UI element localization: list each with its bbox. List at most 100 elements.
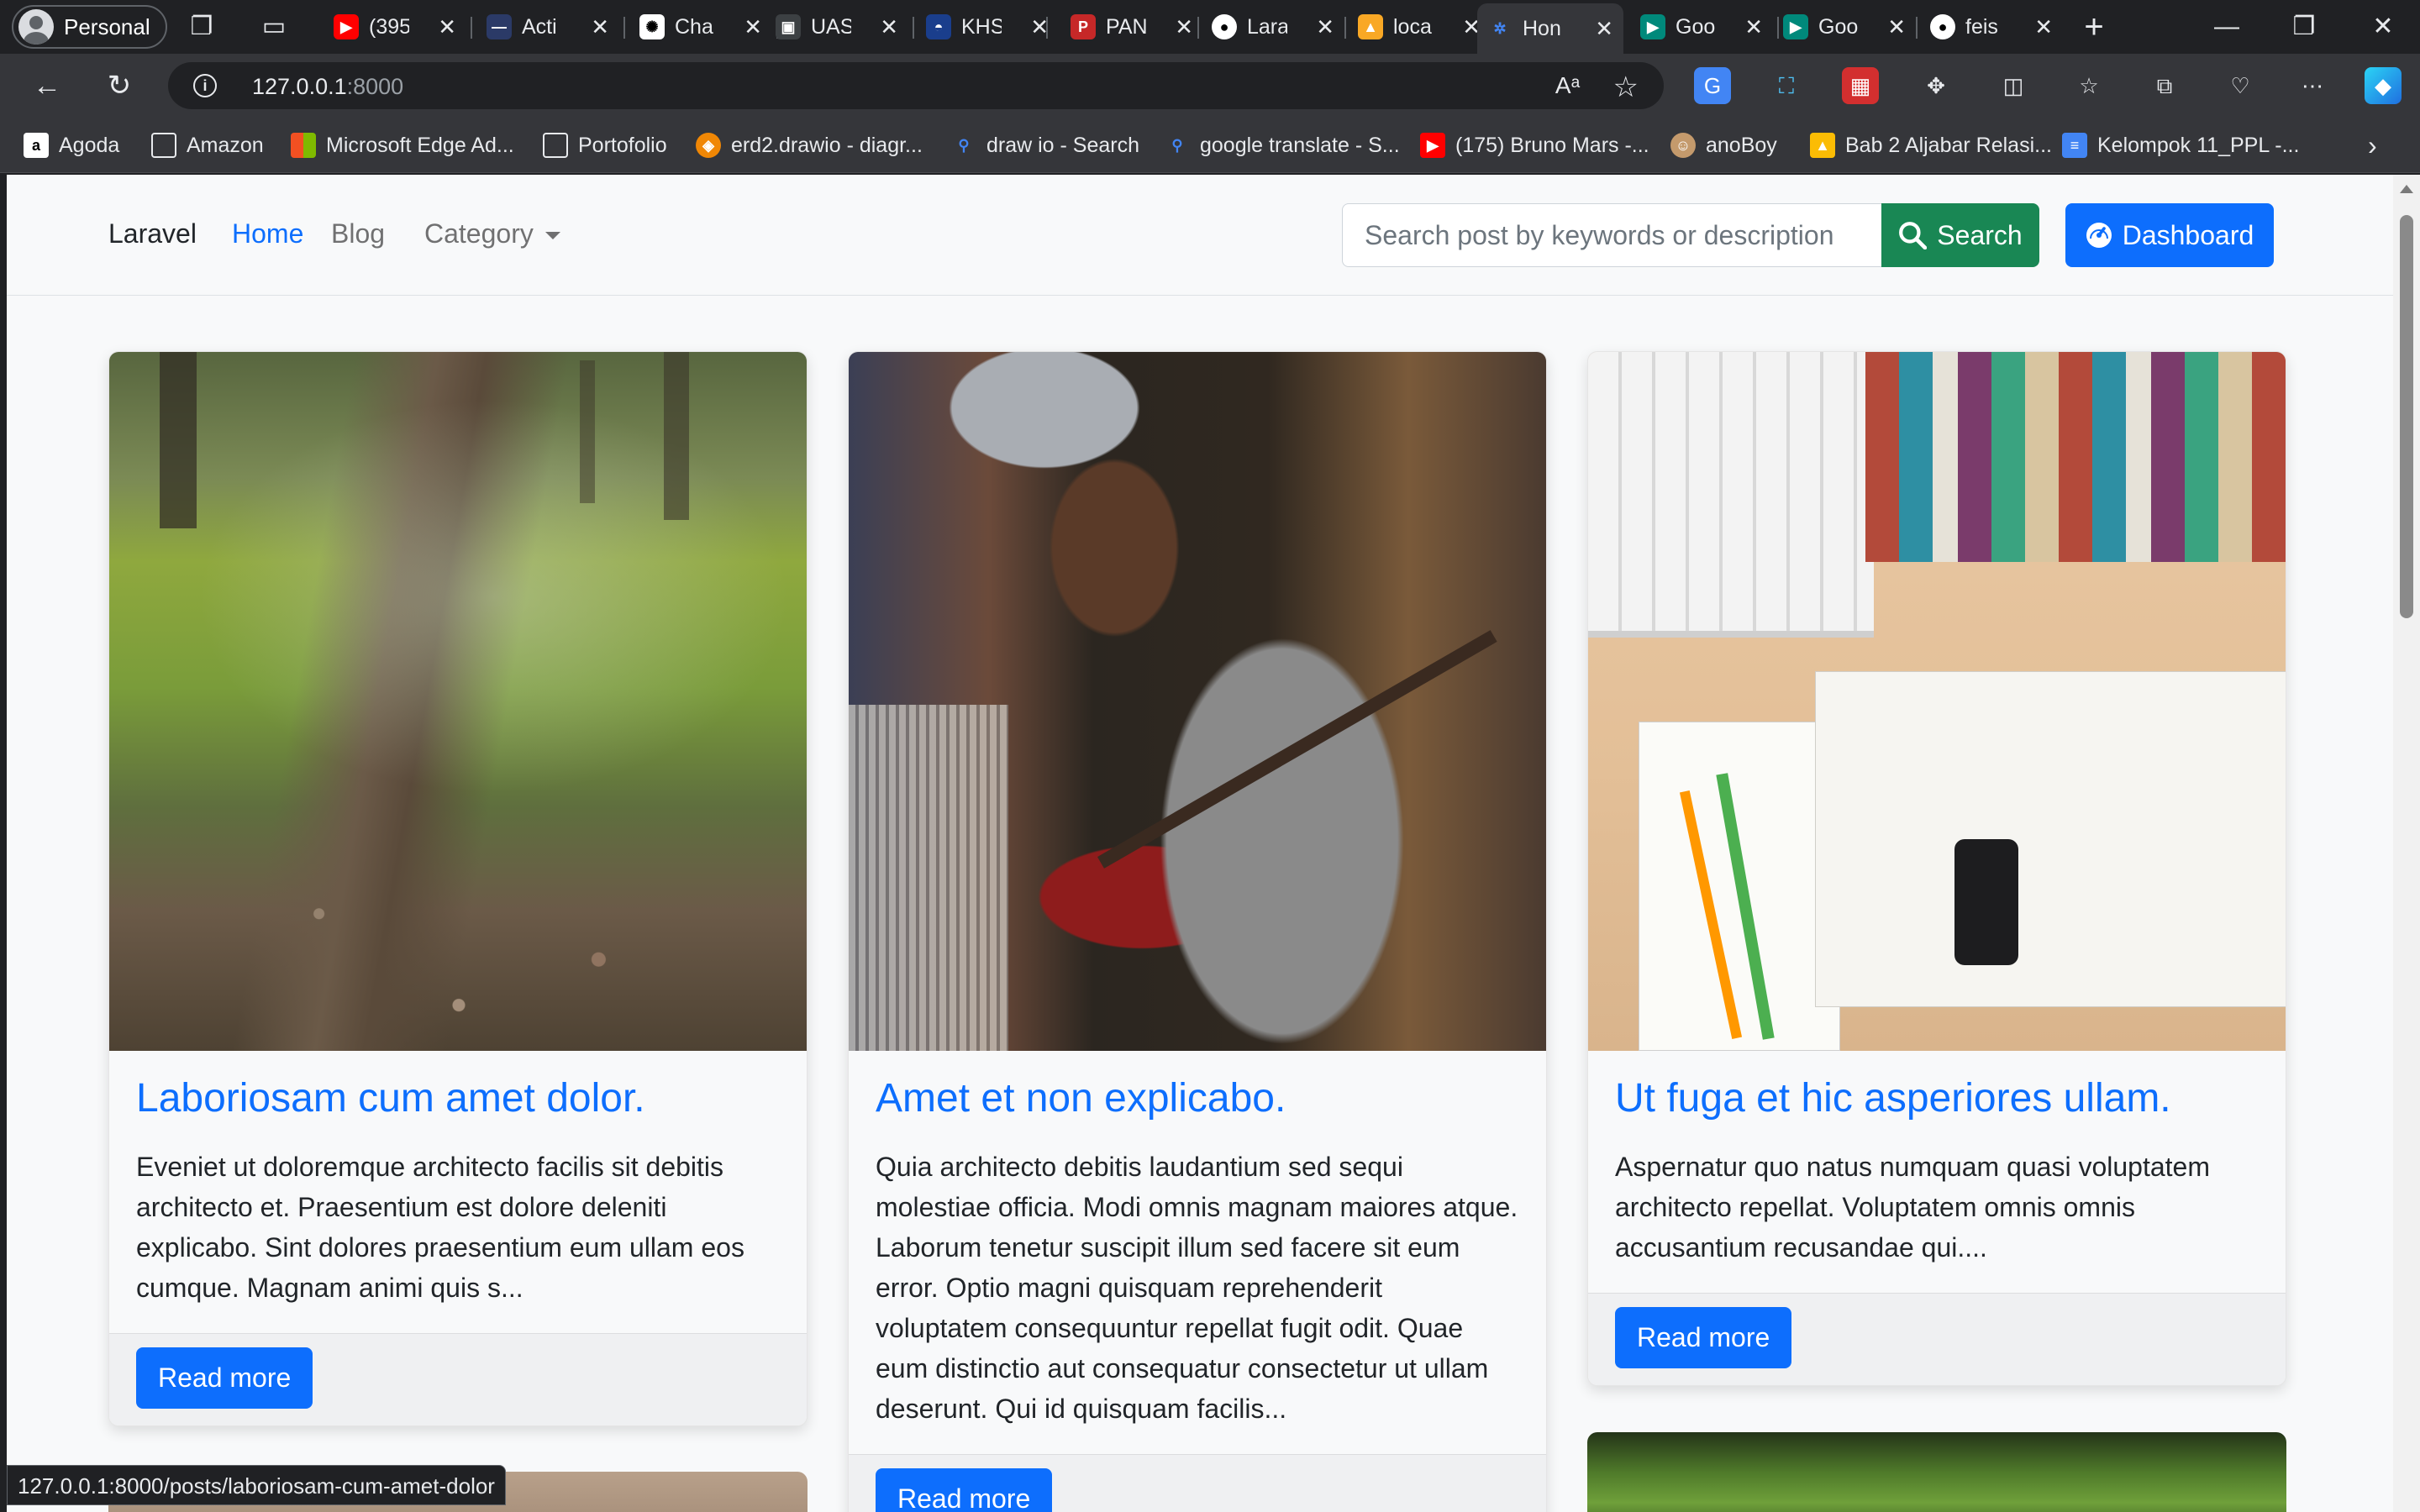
- close-tab-icon[interactable]: ✕: [744, 14, 762, 40]
- post-title[interactable]: Laboriosam cum amet dolor.: [136, 1074, 780, 1123]
- google-drive-icon: ▲: [1810, 133, 1835, 158]
- favorite-star-icon[interactable]: ☆: [1613, 71, 1639, 104]
- bookmark-label: Bab 2 Aljabar Relasi...: [1845, 133, 2052, 157]
- site-navbar: Laravel Home Blog Category Search Dashbo…: [7, 175, 2393, 296]
- browser-tab[interactable]: P PAN ✕: [1060, 7, 1203, 47]
- tab-label: loca: [1393, 14, 1432, 39]
- bookmark-amazon[interactable]: Amazon: [151, 129, 264, 161]
- read-more-button[interactable]: Read more: [1615, 1306, 1792, 1368]
- address-bar[interactable]: i 127.0.0.1:8000 Aᵃ ☆: [168, 62, 1664, 109]
- more-menu-icon[interactable]: ⋯: [2294, 67, 2331, 104]
- browser-tab[interactable]: ● Lara ✕: [1202, 7, 1344, 47]
- read-aloud-icon[interactable]: Aᵃ: [1555, 72, 1580, 99]
- bookmark-label: draw io - Search: [986, 133, 1140, 157]
- post-title[interactable]: Ut fuga et hic asperiores ullam.: [1615, 1074, 2259, 1123]
- bookmark-label: anoBoy: [1706, 133, 1777, 157]
- card-footer: Read more: [1588, 1292, 2286, 1385]
- tab-label: Lara: [1247, 14, 1287, 39]
- close-tab-icon[interactable]: ✕: [1744, 14, 1763, 40]
- post-excerpt: Eveniet ut doloremque architecto facilis…: [136, 1151, 744, 1303]
- copilot-icon[interactable]: ◆: [2365, 67, 2402, 104]
- tab-label: Acti: [522, 14, 557, 39]
- tab-label: Goo: [1676, 14, 1716, 39]
- browser-tab[interactable]: — Acti ✕: [476, 7, 619, 47]
- browser-tab[interactable]: ◓ KHS ✕: [916, 7, 1059, 47]
- screenshot-extension-icon[interactable]: ⛶: [1768, 67, 1805, 104]
- nav-category-dropdown[interactable]: Category: [424, 218, 560, 249]
- reload-icon[interactable]: ↻: [103, 69, 136, 102]
- search-button[interactable]: Search: [1881, 203, 2039, 267]
- close-tab-icon[interactable]: ✕: [591, 14, 609, 40]
- google-meet-icon: ▶: [1783, 14, 1808, 39]
- minimize-icon[interactable]: —: [2202, 8, 2252, 45]
- mendeley-extension-icon[interactable]: ▦: [1842, 67, 1879, 104]
- close-tab-icon[interactable]: ✕: [2034, 14, 2053, 40]
- browser-tab[interactable]: ✺ Cha ✕: [629, 7, 772, 47]
- collections-icon[interactable]: ⧉: [2146, 67, 2183, 104]
- google-docs-icon: ≡: [2062, 133, 2087, 158]
- scroll-up-arrow-icon[interactable]: [2400, 185, 2413, 193]
- tab-label: Hon: [1523, 16, 1561, 40]
- tab-actions-icon[interactable]: ▭: [259, 12, 289, 42]
- bookmark-label: Microsoft Edge Ad...: [326, 133, 514, 157]
- site-info-icon[interactable]: i: [193, 74, 217, 97]
- browser-tab[interactable]: ▲ loca ✕: [1348, 7, 1491, 47]
- profile-button[interactable]: Personal: [12, 5, 167, 49]
- search-input[interactable]: [1342, 203, 1881, 267]
- bookmark-drawio[interactable]: ◈ erd2.drawio - diagr...: [696, 129, 923, 161]
- bookmark-translate-search[interactable]: ⚲ google translate - S...: [1165, 129, 1400, 161]
- split-screen-icon[interactable]: ◫: [1995, 67, 2032, 104]
- bookmark-anoboy[interactable]: ☺ anoBoy: [1670, 129, 1777, 161]
- restore-icon[interactable]: ❐: [2279, 8, 2329, 45]
- agoda-icon: a: [24, 133, 49, 158]
- youtube-icon: ▶: [1420, 133, 1445, 158]
- read-more-button[interactable]: Read more: [136, 1347, 313, 1409]
- bookmark-kelompok[interactable]: ≡ Kelompok 11_PPL -...: [2062, 129, 2299, 161]
- browser-tab[interactable]: ● feis ✕: [1920, 7, 2063, 47]
- nav-home[interactable]: Home: [232, 218, 303, 249]
- browser-tab-active[interactable]: ✲ Hon ✕: [1477, 3, 1623, 54]
- forest-path-photo[interactable]: [109, 352, 807, 1051]
- dashboard-button-label: Dashboard: [2122, 219, 2254, 250]
- desk-books-photo[interactable]: [1588, 352, 2286, 1051]
- close-window-icon[interactable]: ✕: [2358, 8, 2408, 45]
- localhost-icon: ▲: [1358, 14, 1383, 39]
- close-tab-icon[interactable]: ✕: [438, 14, 456, 40]
- page-scrollbar[interactable]: [2393, 175, 2420, 1512]
- nav-blog[interactable]: Blog: [331, 218, 385, 249]
- workspaces-icon[interactable]: ❐: [187, 12, 217, 42]
- back-icon[interactable]: ←: [30, 69, 64, 102]
- post-title[interactable]: Amet et non explicabo.: [876, 1074, 1519, 1123]
- guitarist-photo[interactable]: [849, 352, 1546, 1051]
- bookmark-aljabar[interactable]: ▲ Bab 2 Aljabar Relasi...: [1810, 129, 2052, 161]
- scrollbar-thumb[interactable]: [2400, 215, 2413, 618]
- close-tab-icon[interactable]: ✕: [1175, 14, 1193, 40]
- dashboard-button[interactable]: Dashboard: [2065, 203, 2274, 267]
- bookmark-label: google translate - S...: [1200, 133, 1400, 157]
- browser-tab[interactable]: ▣ UAS ✕: [765, 7, 908, 47]
- chatgpt-icon: ✺: [639, 14, 665, 39]
- navbar-brand[interactable]: Laravel: [108, 218, 197, 249]
- status-bar-url: 127.0.0.1:8000/posts/laboriosam-cum-amet…: [7, 1465, 506, 1505]
- bookmark-portofolio[interactable]: Portofolio: [543, 129, 667, 161]
- close-tab-icon[interactable]: ✕: [880, 14, 898, 40]
- bookmark-edge-addons[interactable]: Microsoft Edge Ad...: [291, 129, 514, 161]
- new-tab-icon[interactable]: +: [2079, 10, 2109, 44]
- bookmarks-overflow-chevron-icon[interactable]: ›: [2368, 129, 2377, 161]
- extensions-icon[interactable]: ✥: [1918, 67, 1954, 104]
- read-more-button[interactable]: Read more: [876, 1467, 1053, 1512]
- close-tab-icon[interactable]: ✕: [1595, 16, 1613, 42]
- bookmark-drawio-search[interactable]: ⚲ draw io - Search: [951, 129, 1139, 161]
- favorites-icon[interactable]: ☆: [2070, 67, 2107, 104]
- bookmark-agoda[interactable]: a Agoda: [24, 129, 119, 161]
- post-card-image-partial[interactable]: [1587, 1432, 2286, 1512]
- close-tab-icon[interactable]: ✕: [1887, 14, 1906, 40]
- browser-tab[interactable]: ▶ Goo ✕: [1630, 7, 1773, 47]
- close-tab-icon[interactable]: ✕: [1316, 14, 1334, 40]
- translate-extension-icon[interactable]: G: [1694, 67, 1731, 104]
- browser-tab[interactable]: ▶ Goo ✕: [1773, 7, 1916, 47]
- browser-tab[interactable]: ▶ (395 ✕: [324, 7, 466, 47]
- bookmark-youtube[interactable]: ▶ (175) Bruno Mars -...: [1420, 129, 1649, 161]
- browser-essentials-icon[interactable]: ♡: [2222, 67, 2259, 104]
- post-card: Laboriosam cum amet dolor. Eveniet ut do…: [108, 351, 808, 1426]
